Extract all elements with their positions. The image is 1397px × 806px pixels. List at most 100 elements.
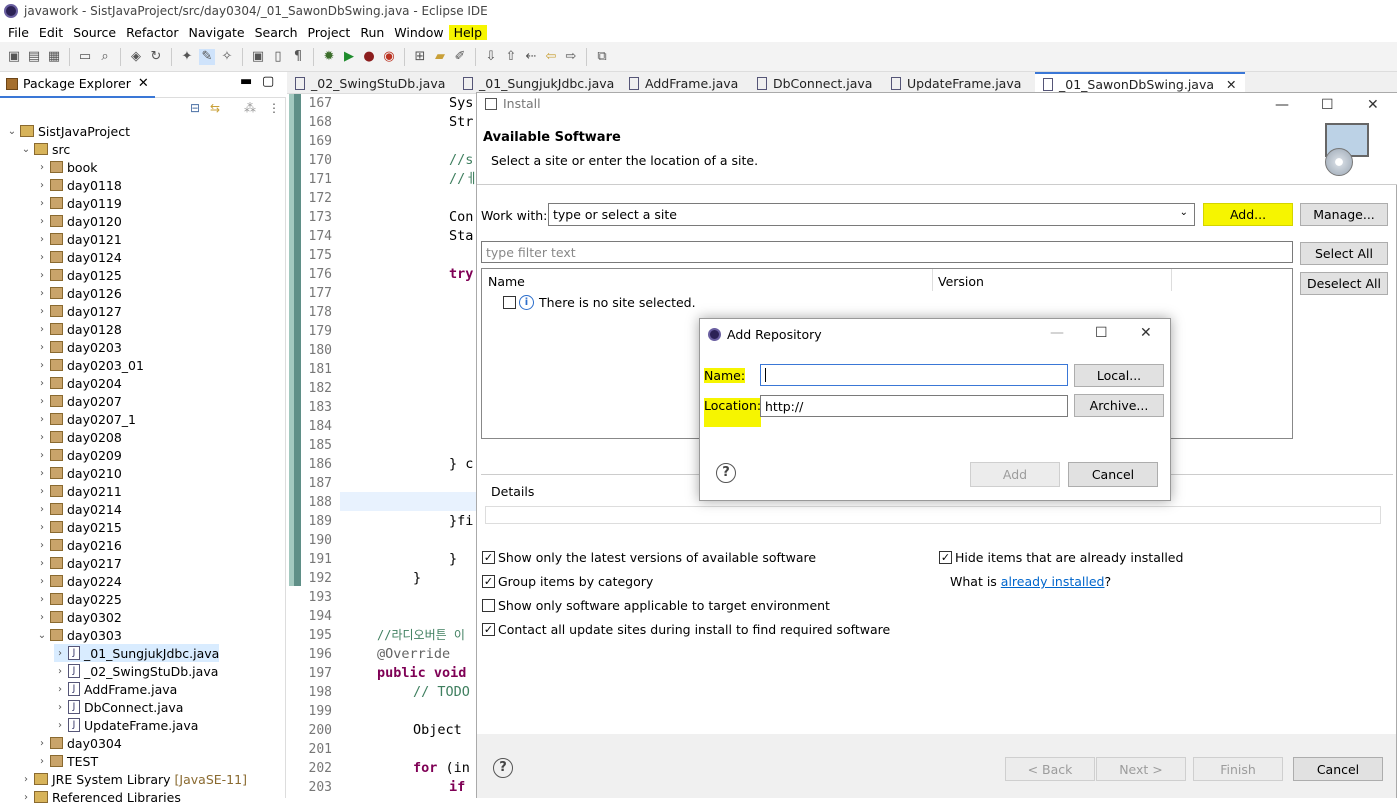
mark-icon[interactable]: ✧ (219, 49, 235, 65)
chevron-right-icon[interactable]: › (36, 396, 48, 407)
filter-icon[interactable]: ⁂ (244, 101, 256, 115)
close-icon[interactable]: ✕ (1140, 325, 1152, 341)
chevron-right-icon[interactable]: › (36, 486, 48, 497)
tree-package-day0209[interactable]: › day0209 (36, 446, 122, 464)
tree-package-TEST[interactable]: › TEST (36, 752, 98, 770)
chevron-right-icon[interactable]: › (36, 756, 48, 767)
menu-project[interactable]: Project (303, 25, 356, 40)
chevron-right-icon[interactable]: › (54, 702, 66, 713)
close-icon[interactable]: ✕ (1226, 77, 1236, 92)
tab-sawon-db-swing[interactable]: _01_SawonDbSwing.java ✕ (1035, 72, 1245, 94)
chevron-right-icon[interactable]: › (36, 594, 48, 605)
tab-db-connect[interactable]: DbConnect.java (757, 72, 872, 94)
wand-icon[interactable]: ✐ (452, 49, 468, 65)
pin-icon[interactable]: ✦ (179, 49, 195, 65)
chevron-right-icon[interactable]: › (36, 504, 48, 515)
menu-refactor[interactable]: Refactor (121, 25, 183, 40)
applicable-only-checkbox[interactable] (482, 599, 495, 612)
help-icon[interactable]: ? (493, 758, 513, 778)
tree-package-day0214[interactable]: › day0214 (36, 500, 122, 518)
chevron-right-icon[interactable]: › (36, 738, 48, 749)
close-icon[interactable]: ✕ (1367, 97, 1379, 113)
chevron-right-icon[interactable]: › (36, 558, 48, 569)
link-editor-icon[interactable]: ⇆ (210, 101, 220, 115)
chevron-down-icon[interactable]: ⌄ (36, 630, 48, 641)
tree-file[interactable]: › J DbConnect.java (54, 698, 183, 716)
open-type-icon[interactable]: ⊞ (412, 49, 428, 65)
chevron-right-icon[interactable]: › (36, 234, 48, 245)
tree-package-day0119[interactable]: › day0119 (36, 194, 122, 212)
cancel-button[interactable]: Cancel (1068, 462, 1158, 487)
menu-run[interactable]: Run (355, 25, 389, 40)
already-installed-link[interactable]: already installed (1001, 574, 1105, 589)
select-all-button[interactable]: Select All (1300, 242, 1388, 265)
external-tools-icon[interactable]: ◉ (381, 49, 397, 65)
finish-button[interactable]: Finish (1193, 757, 1283, 781)
tree-package-day0215[interactable]: › day0215 (36, 518, 122, 536)
package-explorer-tab[interactable]: Package Explorer ✕ (0, 72, 155, 98)
last-edit-icon[interactable]: ⇠ (523, 49, 539, 65)
tree-package-day0207_1[interactable]: › day0207_1 (36, 410, 136, 428)
tab-add-frame[interactable]: AddFrame.java (629, 72, 738, 94)
menu-help[interactable]: Help (448, 24, 488, 40)
open-editor-icon[interactable]: ▣ (250, 49, 266, 65)
chevron-right-icon[interactable]: › (36, 252, 48, 263)
chevron-right-icon[interactable]: › (20, 792, 32, 803)
tree-package-day0128[interactable]: › day0128 (36, 320, 122, 338)
group-items-checkbox[interactable]: ✓ (482, 575, 495, 588)
contact-sites-checkbox[interactable]: ✓ (482, 623, 495, 636)
tree-package-day0203[interactable]: › day0203 (36, 338, 122, 356)
perspective-icon[interactable]: ⧉ (594, 49, 610, 65)
terminal-icon[interactable]: ▭ (77, 49, 93, 65)
chevron-right-icon[interactable]: › (36, 288, 48, 299)
chevron-right-icon[interactable]: › (36, 324, 48, 335)
tree-package-day0304[interactable]: › day0304 (36, 734, 122, 752)
chevron-right-icon[interactable]: › (36, 612, 48, 623)
tree-file[interactable]: › J AddFrame.java (54, 680, 177, 698)
tree-package-day0302[interactable]: › day0302 (36, 608, 122, 626)
tree-package-day0211[interactable]: › day0211 (36, 482, 122, 500)
chevron-right-icon[interactable]: › (54, 720, 66, 731)
menu-edit[interactable]: Edit (34, 25, 68, 40)
tree-referenced-libraries[interactable]: › Referenced Libraries (20, 788, 181, 806)
close-icon[interactable]: ✕ (138, 76, 149, 91)
maximize-icon[interactable]: ▢ (262, 74, 274, 89)
tree-src-folder[interactable]: ⌄ src (20, 140, 70, 158)
tree-package-day0118[interactable]: › day0118 (36, 176, 122, 194)
view-menu-icon[interactable]: ⋮ (268, 101, 280, 115)
tree-package-day0125[interactable]: › day0125 (36, 266, 122, 284)
chevron-right-icon[interactable]: › (36, 198, 48, 209)
filter-input[interactable]: type filter text (481, 241, 1293, 263)
run-icon[interactable]: ▶ (341, 49, 357, 65)
search-icon[interactable]: ⌕ (97, 49, 113, 65)
forward-icon[interactable]: ⇨ (563, 49, 579, 65)
maximize-icon[interactable]: ☐ (1321, 97, 1334, 113)
chevron-right-icon[interactable]: › (36, 216, 48, 227)
chevron-right-icon[interactable]: › (54, 684, 66, 695)
chevron-right-icon[interactable]: › (36, 360, 48, 371)
add-button[interactable]: Add (970, 462, 1060, 487)
chevron-right-icon[interactable]: › (36, 414, 48, 425)
tree-jre-library[interactable]: › JRE System Library [JavaSE-11] (20, 770, 247, 788)
back-icon[interactable]: ⇦ (543, 49, 559, 65)
tree-package-day0126[interactable]: › day0126 (36, 284, 122, 302)
next-annotation-icon[interactable]: ⇩ (483, 49, 499, 65)
tree-package-day0121[interactable]: › day0121 (36, 230, 122, 248)
help-icon[interactable]: ? (716, 463, 736, 483)
menu-file[interactable]: File (3, 25, 34, 40)
tree-package-day0217[interactable]: › day0217 (36, 554, 122, 572)
coverage-icon[interactable]: ● (361, 49, 377, 65)
no-site-checkbox[interactable] (503, 296, 516, 309)
tree-package-day0216[interactable]: › day0216 (36, 536, 122, 554)
minimize-icon[interactable]: ▬ (240, 74, 252, 89)
collapse-all-icon[interactable]: ⊟ (190, 101, 200, 115)
deselect-all-button[interactable]: Deselect All (1300, 272, 1388, 295)
chevron-down-icon[interactable]: ⌄ (6, 126, 18, 137)
minimize-icon[interactable]: — (1275, 97, 1289, 113)
folder-icon[interactable]: ▰ (432, 49, 448, 65)
back-button[interactable]: < Back (1005, 757, 1095, 781)
tree-package-day0225[interactable]: › day0225 (36, 590, 122, 608)
tree-package-day0224[interactable]: › day0224 (36, 572, 122, 590)
paragraph-icon[interactable]: ¶ (290, 49, 306, 65)
tree-project[interactable]: ⌄ SistJavaProject (6, 122, 130, 140)
